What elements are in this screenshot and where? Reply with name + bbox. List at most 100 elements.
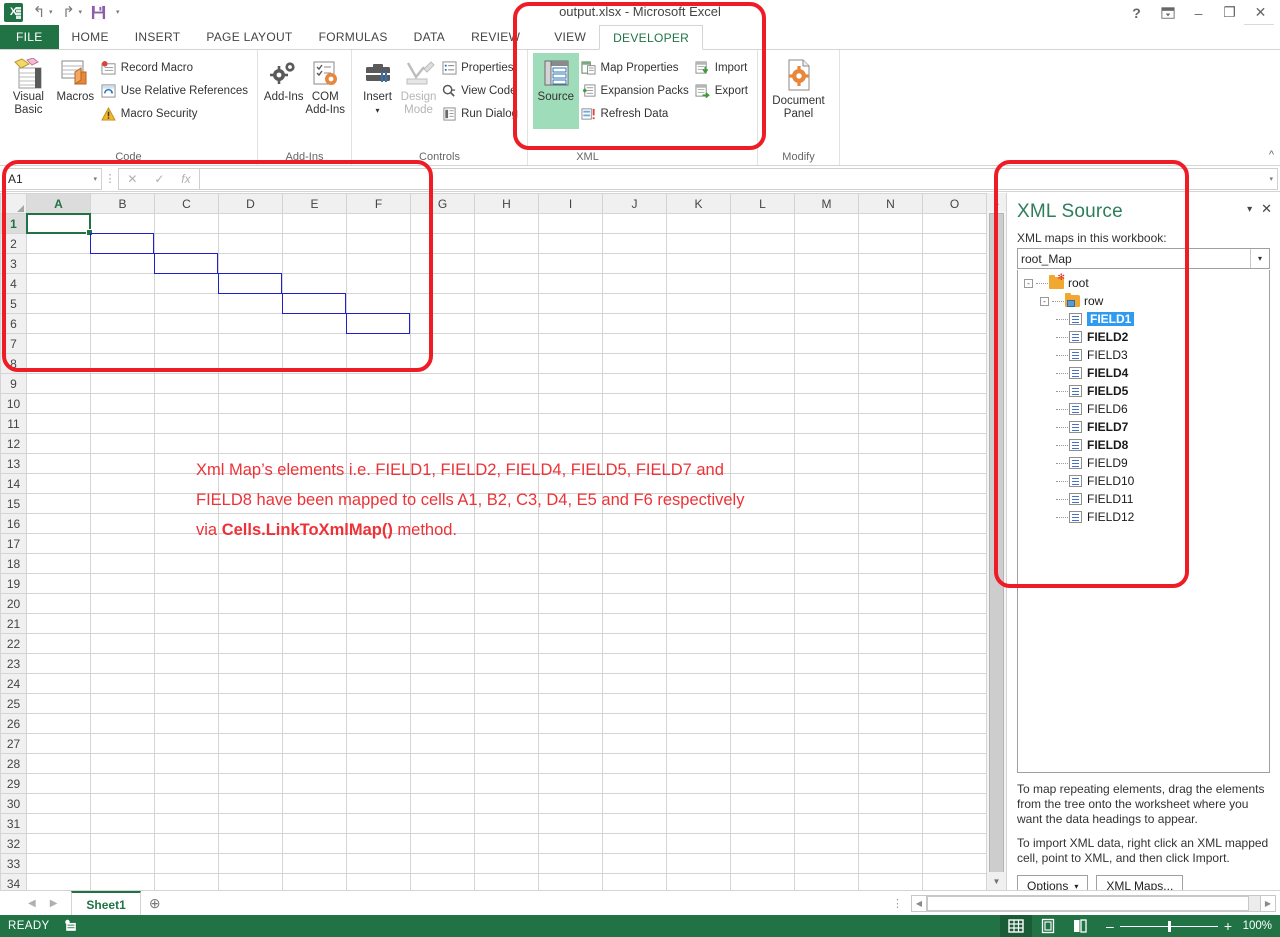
cell-G18[interactable] bbox=[410, 553, 475, 574]
column-header-N[interactable]: N bbox=[858, 193, 923, 214]
macro-security-button[interactable]: Macro Security bbox=[99, 103, 252, 124]
column-header-J[interactable]: J bbox=[602, 193, 667, 214]
cell-L5[interactable] bbox=[730, 293, 795, 314]
cell-K28[interactable] bbox=[666, 753, 731, 774]
cell-K2[interactable] bbox=[666, 233, 731, 254]
cell-B15[interactable] bbox=[90, 493, 155, 514]
cell-N7[interactable] bbox=[858, 333, 923, 354]
cell-M21[interactable] bbox=[794, 613, 859, 634]
cell-C23[interactable] bbox=[154, 653, 219, 674]
cell-L12[interactable] bbox=[730, 433, 795, 454]
cell-C4[interactable] bbox=[154, 273, 219, 294]
cell-A23[interactable] bbox=[26, 653, 91, 674]
cell-G21[interactable] bbox=[410, 613, 475, 634]
row-header-8[interactable]: 8 bbox=[0, 353, 27, 374]
cell-F6[interactable] bbox=[346, 313, 411, 334]
use-relative-references-button[interactable]: Use Relative References bbox=[99, 80, 252, 101]
tree-node-field9[interactable]: FIELD9 bbox=[1020, 454, 1267, 472]
cell-F9[interactable] bbox=[346, 373, 411, 394]
cell-F34[interactable] bbox=[346, 873, 411, 890]
cell-I23[interactable] bbox=[538, 653, 603, 674]
cell-A26[interactable] bbox=[26, 713, 91, 734]
row-header-10[interactable]: 10 bbox=[0, 393, 27, 414]
cell-O10[interactable] bbox=[922, 393, 987, 414]
cell-I29[interactable] bbox=[538, 773, 603, 794]
zoom-track[interactable] bbox=[1119, 920, 1218, 932]
column-header-K[interactable]: K bbox=[666, 193, 731, 214]
row-header-26[interactable]: 26 bbox=[0, 713, 27, 734]
hscroll-track[interactable] bbox=[927, 894, 1260, 912]
cell-K18[interactable] bbox=[666, 553, 731, 574]
cell-M1[interactable] bbox=[794, 213, 859, 234]
cell-E32[interactable] bbox=[282, 833, 347, 854]
cell-B30[interactable] bbox=[90, 793, 155, 814]
cell-M4[interactable] bbox=[794, 273, 859, 294]
cell-N9[interactable] bbox=[858, 373, 923, 394]
tree-node-field4[interactable]: FIELD4 bbox=[1020, 364, 1267, 382]
record-macro-status-icon[interactable] bbox=[64, 919, 78, 933]
cell-F19[interactable] bbox=[346, 573, 411, 594]
cell-C18[interactable] bbox=[154, 553, 219, 574]
cell-E7[interactable] bbox=[282, 333, 347, 354]
cell-B12[interactable] bbox=[90, 433, 155, 454]
cell-A16[interactable] bbox=[26, 513, 91, 534]
cell-I7[interactable] bbox=[538, 333, 603, 354]
zoom-slider[interactable]: – + bbox=[1096, 918, 1242, 934]
cell-M27[interactable] bbox=[794, 733, 859, 754]
cell-E5[interactable] bbox=[282, 293, 347, 314]
cell-N34[interactable] bbox=[858, 873, 923, 890]
cell-H18[interactable] bbox=[474, 553, 539, 574]
cell-J22[interactable] bbox=[602, 633, 667, 654]
cell-L21[interactable] bbox=[730, 613, 795, 634]
cell-C9[interactable] bbox=[154, 373, 219, 394]
cell-I2[interactable] bbox=[538, 233, 603, 254]
cell-K34[interactable] bbox=[666, 873, 731, 890]
cell-E27[interactable] bbox=[282, 733, 347, 754]
cell-E18[interactable] bbox=[282, 553, 347, 574]
cell-H29[interactable] bbox=[474, 773, 539, 794]
row-header-13[interactable]: 13 bbox=[0, 453, 27, 474]
cell-F32[interactable] bbox=[346, 833, 411, 854]
cell-M23[interactable] bbox=[794, 653, 859, 674]
cell-C6[interactable] bbox=[154, 313, 219, 334]
tree-node-field8[interactable]: FIELD8 bbox=[1020, 436, 1267, 454]
cell-L19[interactable] bbox=[730, 573, 795, 594]
cell-F25[interactable] bbox=[346, 693, 411, 714]
cell-M8[interactable] bbox=[794, 353, 859, 374]
cell-D11[interactable] bbox=[218, 413, 283, 434]
close-icon[interactable]: ✕ bbox=[1245, 0, 1276, 25]
cell-N4[interactable] bbox=[858, 273, 923, 294]
cell-J26[interactable] bbox=[602, 713, 667, 734]
cell-B11[interactable] bbox=[90, 413, 155, 434]
cell-G33[interactable] bbox=[410, 853, 475, 874]
cell-B31[interactable] bbox=[90, 813, 155, 834]
cell-O30[interactable] bbox=[922, 793, 987, 814]
cell-G5[interactable] bbox=[410, 293, 475, 314]
cell-N19[interactable] bbox=[858, 573, 923, 594]
cell-G27[interactable] bbox=[410, 733, 475, 754]
cell-J21[interactable] bbox=[602, 613, 667, 634]
cell-M12[interactable] bbox=[794, 433, 859, 454]
cell-M10[interactable] bbox=[794, 393, 859, 414]
cell-K8[interactable] bbox=[666, 353, 731, 374]
cell-E21[interactable] bbox=[282, 613, 347, 634]
cell-B10[interactable] bbox=[90, 393, 155, 414]
cell-N25[interactable] bbox=[858, 693, 923, 714]
scroll-up-icon[interactable]: ▲ bbox=[987, 193, 1006, 211]
cell-N16[interactable] bbox=[858, 513, 923, 534]
cell-B21[interactable] bbox=[90, 613, 155, 634]
cell-O22[interactable] bbox=[922, 633, 987, 654]
cell-D4[interactable] bbox=[218, 273, 283, 294]
cell-G12[interactable] bbox=[410, 433, 475, 454]
cell-N2[interactable] bbox=[858, 233, 923, 254]
cell-E9[interactable] bbox=[282, 373, 347, 394]
cell-O27[interactable] bbox=[922, 733, 987, 754]
cell-J10[interactable] bbox=[602, 393, 667, 414]
tab-developer[interactable]: DEVELOPER bbox=[599, 25, 704, 50]
cell-A20[interactable] bbox=[26, 593, 91, 614]
cell-G2[interactable] bbox=[410, 233, 475, 254]
row-header-7[interactable]: 7 bbox=[0, 333, 27, 354]
cell-L22[interactable] bbox=[730, 633, 795, 654]
cell-C30[interactable] bbox=[154, 793, 219, 814]
cell-H32[interactable] bbox=[474, 833, 539, 854]
